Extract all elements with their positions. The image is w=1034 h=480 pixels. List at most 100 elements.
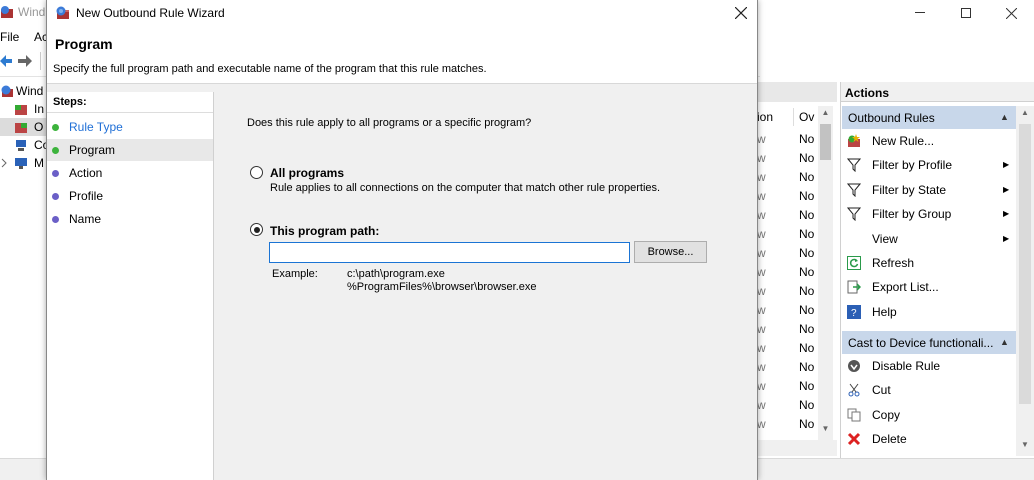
table-cell: No — [799, 246, 815, 260]
tree-item-inbound[interactable]: In — [0, 100, 46, 118]
wizard-header: Program Specify the full program path an… — [47, 26, 757, 84]
table-row[interactable]: w No — [757, 130, 817, 149]
table-row[interactable]: w No — [757, 282, 817, 301]
table-row[interactable]: w No — [757, 263, 817, 282]
wizard-title: New Outbound Rule Wizard — [76, 6, 225, 20]
step-rule-type[interactable]: Rule Type — [47, 116, 213, 138]
table-row[interactable]: w No — [757, 377, 817, 396]
minimize-button[interactable] — [897, 0, 943, 26]
table-row[interactable]: w No — [757, 225, 817, 244]
action-delete[interactable]: Delete — [845, 427, 1017, 451]
scroll-up-icon[interactable]: ▲ — [818, 108, 833, 122]
table-cell: No — [799, 151, 815, 165]
collapse-icon[interactable]: ▲ — [1000, 112, 1009, 122]
action-cut[interactable]: Cut — [845, 378, 1017, 402]
scope-question: Does this rule apply to all programs or … — [247, 117, 532, 129]
step-status-dot-icon — [52, 170, 59, 177]
action-filter-by-profile[interactable]: Filter by Profile ▶ — [845, 153, 1017, 177]
table-row[interactable]: w No — [757, 339, 817, 358]
table-row[interactable]: w No — [757, 415, 817, 434]
list-horizontal-scrollbar[interactable] — [757, 440, 837, 456]
program-path-radio[interactable] — [250, 223, 263, 236]
action-new-rule[interactable]: New Rule... — [845, 129, 1017, 153]
all-programs-radio[interactable] — [250, 166, 263, 179]
maximize-button[interactable] — [943, 0, 989, 26]
step-name: Name — [47, 208, 213, 230]
table-row[interactable]: w No — [757, 206, 817, 225]
all-programs-label[interactable]: All programs — [270, 166, 344, 180]
minimize-icon — [915, 12, 925, 13]
tree-item-label: O — [34, 120, 44, 134]
table-cell: w — [757, 265, 766, 279]
tree-item-connection-security[interactable]: Co — [0, 136, 49, 154]
tree-item-root[interactable]: Wind — [0, 82, 46, 100]
step-label[interactable]: Rule Type — [69, 120, 123, 134]
tree-item-monitoring[interactable]: M — [0, 154, 46, 172]
table-row[interactable]: w No — [757, 358, 817, 377]
table-row[interactable]: w No — [757, 320, 817, 339]
column-header-override[interactable]: Ov — [799, 110, 814, 124]
list-title-bar — [757, 82, 837, 102]
table-cell: w — [757, 379, 766, 393]
step-status-dot-icon — [52, 193, 59, 200]
actions-scrollbar[interactable]: ▲ ▼ — [1016, 106, 1034, 456]
step-profile: Profile — [47, 185, 213, 207]
wizard-close-button[interactable] — [727, 2, 755, 24]
firewall-icon — [1, 85, 13, 97]
browse-button[interactable]: Browse... — [634, 241, 707, 263]
column-header-action[interactable]: ion — [757, 110, 773, 124]
program-path-label[interactable]: This program path: — [270, 224, 379, 238]
action-export-list[interactable]: Export List... — [845, 275, 1017, 299]
table-cell: w — [757, 246, 766, 260]
submenu-arrow-icon: ▶ — [1003, 233, 1010, 243]
table-cell: w — [757, 417, 766, 431]
section-label: Cast to Device functionali... — [848, 336, 994, 350]
action-help[interactable]: ? Help — [845, 300, 1017, 324]
scroll-thumb[interactable] — [820, 124, 831, 160]
table-row[interactable]: w No — [757, 187, 817, 206]
action-copy[interactable]: Copy — [845, 403, 1017, 427]
scroll-down-icon[interactable]: ▼ — [1016, 440, 1034, 449]
scroll-up-icon[interactable]: ▲ — [1016, 108, 1034, 117]
action-filter-by-group[interactable]: Filter by Group ▶ — [845, 202, 1017, 226]
outbound-rules-icon — [15, 123, 27, 133]
program-page-content: Does this rule apply to all programs or … — [214, 84, 757, 480]
back-arrow-icon[interactable] — [0, 54, 12, 68]
connection-security-icon — [16, 140, 26, 151]
menu-file[interactable]: File — [0, 30, 19, 44]
collapse-icon[interactable]: ▲ — [1000, 337, 1009, 347]
table-cell: w — [757, 189, 766, 203]
action-refresh[interactable]: Refresh — [845, 251, 1017, 275]
steps-panel: Steps: Rule Type Program Action Profile Name — [47, 92, 213, 480]
tree-item-outbound[interactable]: O — [0, 118, 46, 136]
table-row[interactable]: w No — [757, 244, 817, 263]
new-rule-icon — [847, 134, 861, 148]
table-cell: w — [757, 151, 766, 165]
scroll-thumb[interactable] — [1019, 124, 1031, 404]
table-row[interactable]: w No — [757, 301, 817, 320]
svg-text:?: ? — [851, 308, 857, 319]
table-row[interactable]: w No — [757, 168, 817, 187]
delete-icon — [847, 432, 861, 446]
firewall-icon — [1, 6, 13, 18]
actions-pane: Actions Outbound Rules ▲ New Rule... Filt… — [840, 82, 1034, 458]
scroll-down-icon[interactable]: ▼ — [818, 424, 833, 438]
section-outbound-rules[interactable]: Outbound Rules ▲ — [842, 106, 1018, 129]
page-description: Specify the full program path and execut… — [53, 63, 487, 75]
list-vertical-scrollbar[interactable]: ▲ ▼ — [818, 106, 833, 440]
action-disable-rule[interactable]: Disable Rule — [845, 354, 1017, 378]
table-row[interactable]: w No — [757, 396, 817, 415]
table-cell: No — [799, 189, 815, 203]
close-window-button[interactable] — [988, 0, 1034, 26]
action-view[interactable]: View ▶ — [845, 227, 1017, 251]
action-label: Copy — [872, 407, 901, 422]
action-filter-by-state[interactable]: Filter by State ▶ — [845, 178, 1017, 202]
section-selected-rule[interactable]: Cast to Device functionali... ▲ — [842, 331, 1018, 354]
toolbar-divider — [40, 52, 41, 70]
table-cell: w — [757, 303, 766, 317]
table-row[interactable]: w No — [757, 149, 817, 168]
forward-arrow-icon[interactable] — [18, 54, 32, 68]
filter-icon — [846, 207, 862, 222]
program-path-input[interactable] — [269, 242, 630, 263]
submenu-arrow-icon: ▶ — [1003, 184, 1010, 194]
